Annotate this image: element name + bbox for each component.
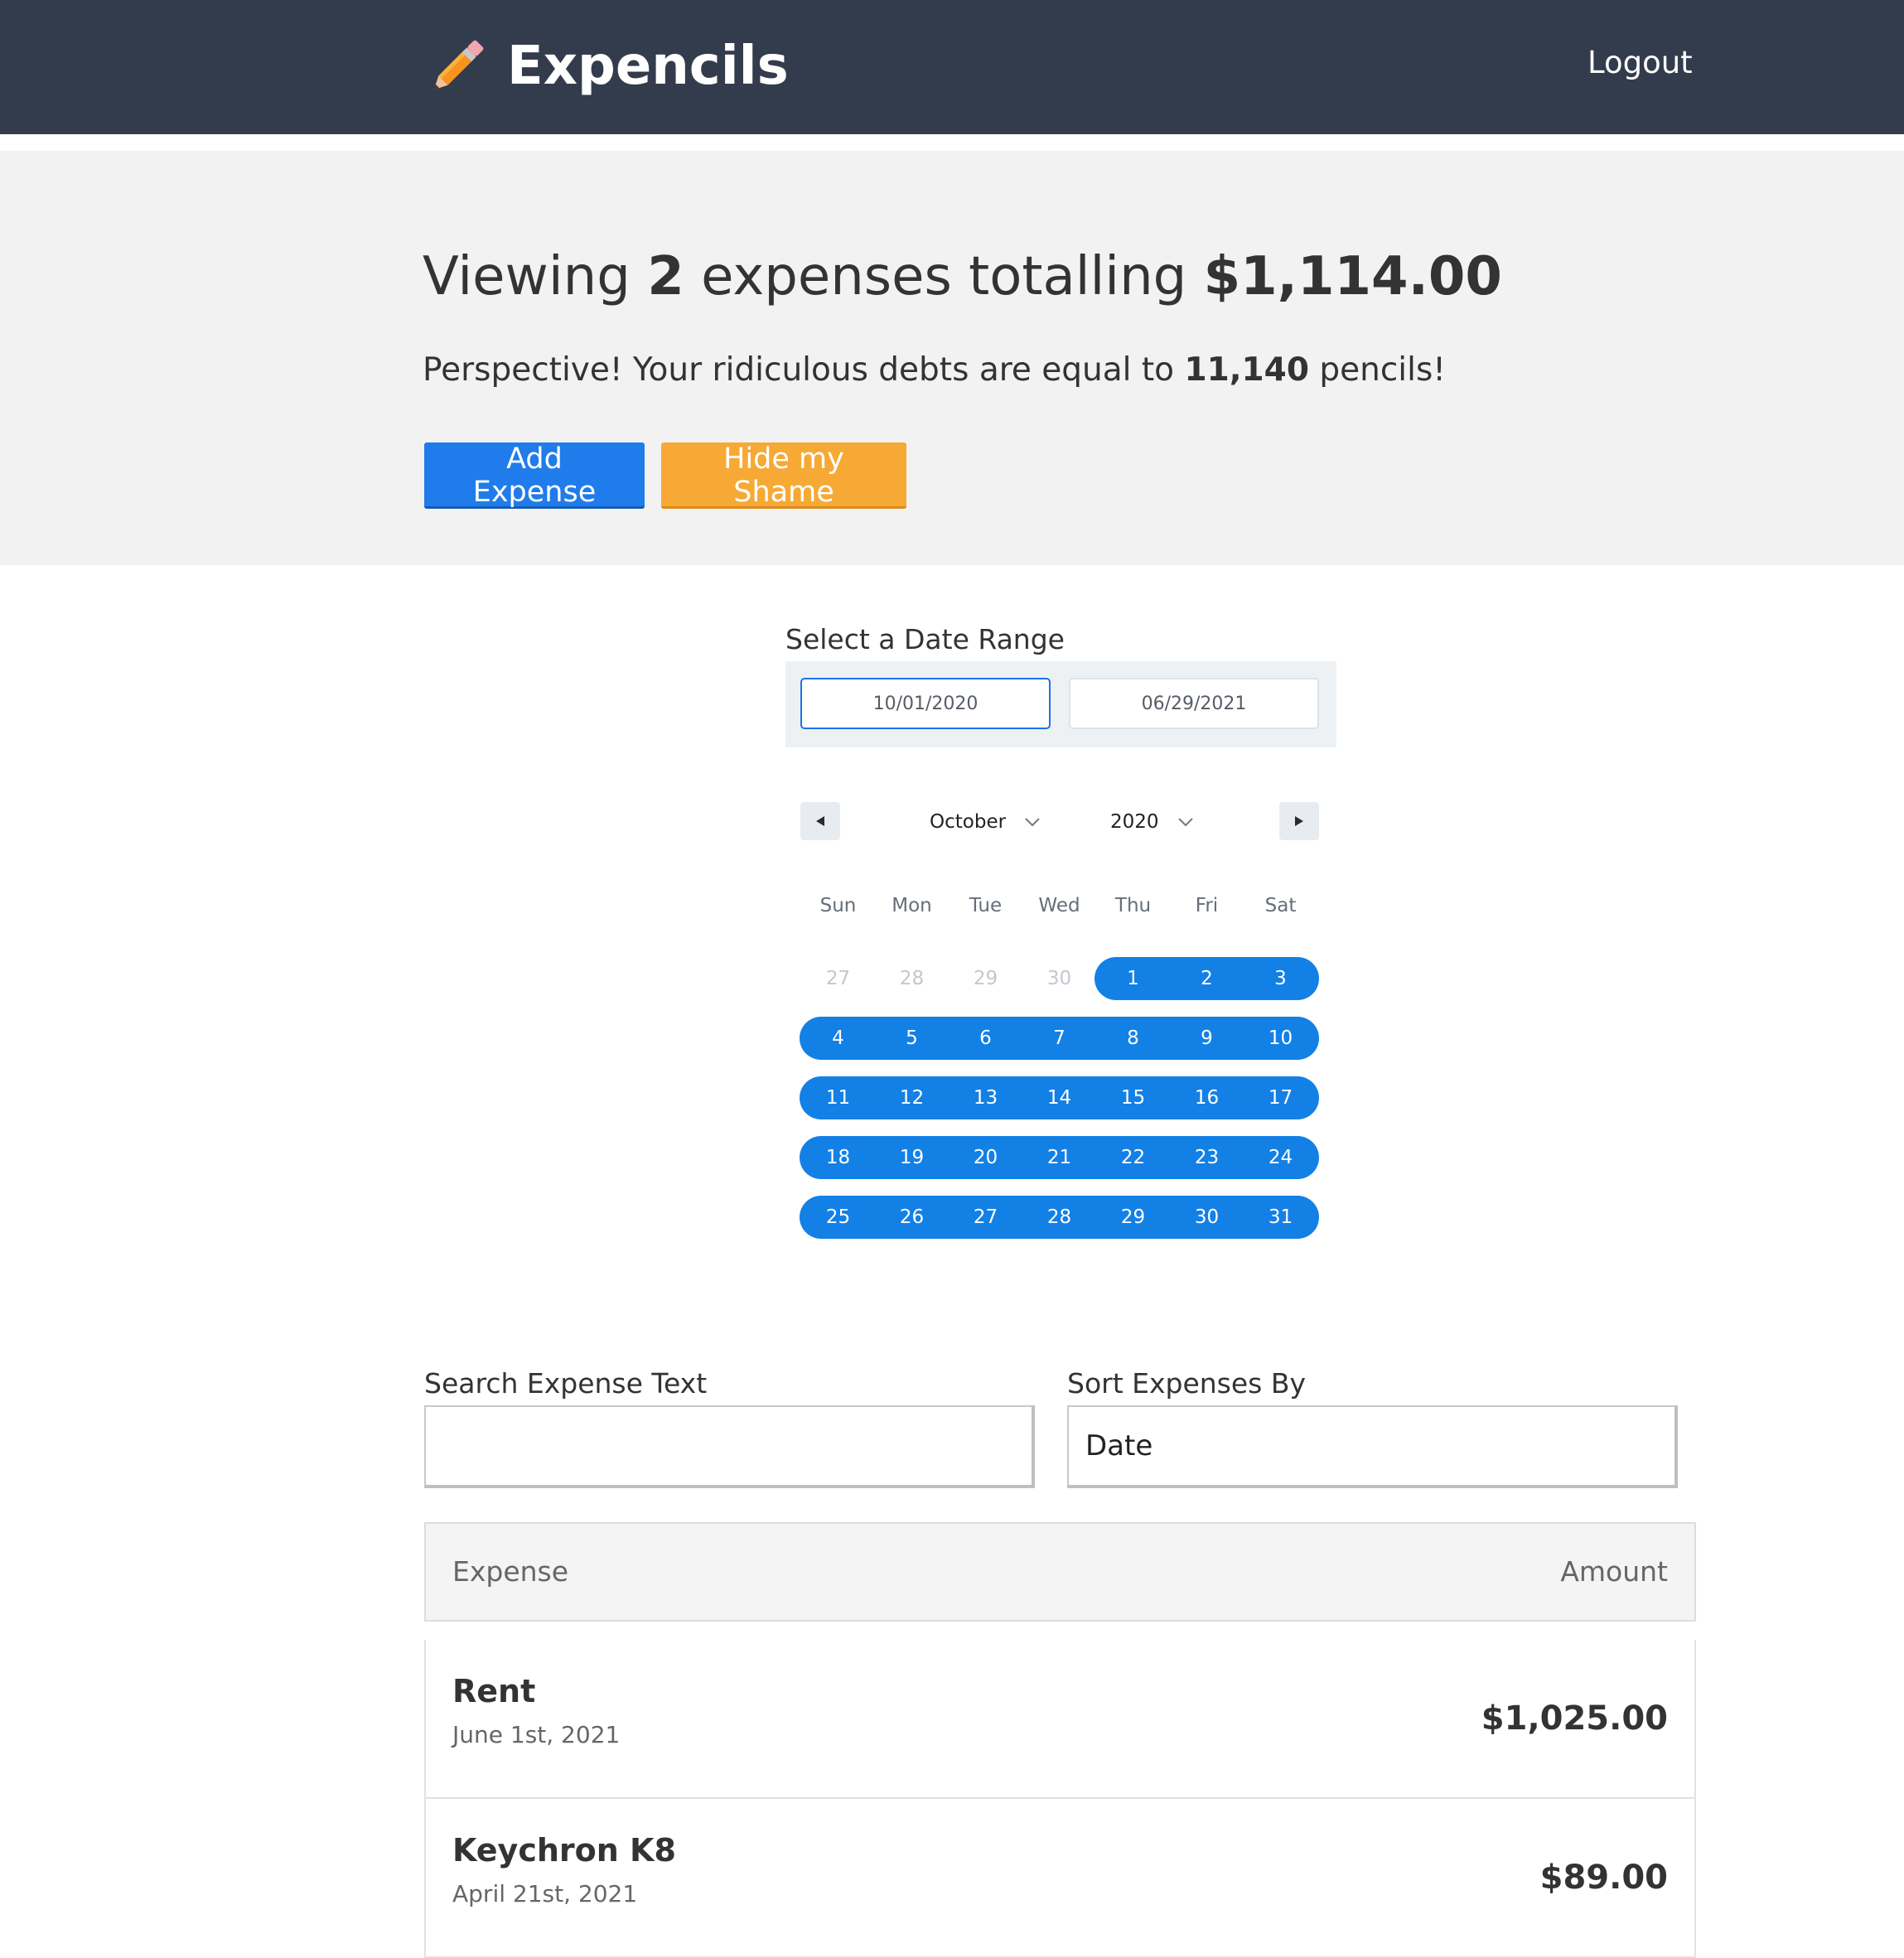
perspective-suffix: pencils! <box>1319 351 1446 389</box>
expense-count: 2 <box>647 246 684 307</box>
add-expense-button[interactable]: Add Expense <box>424 442 645 509</box>
calendar-day[interactable]: 17 <box>1244 1076 1317 1119</box>
calendar-day[interactable]: 28 <box>1022 1196 1096 1239</box>
expense-date: April 21st, 2021 <box>452 1880 638 1907</box>
arrow-right-icon <box>1295 816 1303 826</box>
calendar-day[interactable]: 9 <box>1170 1017 1244 1060</box>
calendar-day-outside[interactable]: 29 <box>949 957 1022 1000</box>
expense-amount: $1,025.00 <box>1481 1699 1668 1738</box>
calendar-day-outside[interactable]: 28 <box>875 957 949 1000</box>
expense-description: Rent <box>452 1673 536 1709</box>
calendar-day[interactable]: 10 <box>1244 1017 1317 1060</box>
weekday-header: Fri <box>1195 895 1219 916</box>
calendar-day[interactable]: 6 <box>949 1017 1022 1060</box>
month-value: October <box>930 811 1007 833</box>
calendar-day[interactable]: 26 <box>875 1196 949 1239</box>
hide-shame-button[interactable]: Hide my Shame <box>661 442 906 509</box>
calendar-day[interactable]: 12 <box>875 1076 949 1119</box>
next-month-button[interactable] <box>1279 802 1319 840</box>
pencil-icon <box>433 40 484 90</box>
calendar-day[interactable]: 15 <box>1096 1076 1170 1119</box>
chevron-down-icon <box>1177 818 1193 827</box>
perspective-prefix: Perspective! Your ridiculous debts are e… <box>423 351 1175 389</box>
month-select[interactable]: October <box>930 805 1041 839</box>
expense-description: Keychron K8 <box>452 1832 676 1869</box>
calendar-day[interactable]: 14 <box>1022 1076 1096 1119</box>
calendar-day[interactable]: 31 <box>1244 1196 1317 1239</box>
sort-select[interactable]: Date <box>1067 1405 1678 1488</box>
calendar-day[interactable]: 1 <box>1096 957 1170 1000</box>
app-title: Expencils <box>507 36 789 97</box>
calendar-day[interactable]: 20 <box>949 1136 1022 1179</box>
date-range-picker <box>785 661 1336 747</box>
calendar-day[interactable]: 23 <box>1170 1136 1244 1179</box>
sort-value: Date <box>1085 1429 1153 1462</box>
start-date-input[interactable] <box>800 678 1051 729</box>
calendar-day[interactable]: 5 <box>875 1017 949 1060</box>
calendar-day[interactable]: 27 <box>949 1196 1022 1239</box>
summary-middle: expenses totalling <box>701 246 1187 307</box>
calendar-day[interactable]: 29 <box>1096 1196 1170 1239</box>
logout-button[interactable]: Logout <box>1587 45 1693 80</box>
weekday-header: Sat <box>1264 895 1297 916</box>
calendar-day[interactable]: 3 <box>1244 957 1317 1000</box>
calendar-day[interactable]: 19 <box>875 1136 949 1179</box>
summary-title: Viewing 2 expenses totalling $1,114.00 <box>423 246 1502 307</box>
expense-total: $1,114.00 <box>1203 246 1502 307</box>
calendar-day[interactable]: 16 <box>1170 1076 1244 1119</box>
expense-date: June 1st, 2021 <box>452 1721 621 1748</box>
app-header: Expencils Logout <box>0 0 1904 134</box>
perspective-text: Perspective! Your ridiculous debts are e… <box>423 351 1446 389</box>
expense-column-header: Expense <box>452 1555 569 1588</box>
search-input[interactable] <box>424 1405 1035 1488</box>
calendar-day[interactable]: 13 <box>949 1076 1022 1119</box>
year-select[interactable]: 2020 <box>1110 805 1194 839</box>
search-label: Search Expense Text <box>424 1367 708 1400</box>
calendar-day-outside[interactable]: 30 <box>1022 957 1096 1000</box>
expense-list-item[interactable]: Keychron K8 April 21st, 2021 $89.00 <box>424 1799 1696 1958</box>
weekday-header: Wed <box>1038 895 1080 916</box>
pencil-count: 11,140 <box>1184 351 1309 389</box>
list-header: Expense Amount <box>424 1522 1696 1622</box>
calendar-day[interactable]: 24 <box>1244 1136 1317 1179</box>
calendar-day[interactable]: 7 <box>1022 1017 1096 1060</box>
weekday-header: Sun <box>819 895 857 916</box>
calendar-day[interactable]: 8 <box>1096 1017 1170 1060</box>
calendar-day[interactable]: 30 <box>1170 1196 1244 1239</box>
expense-list-item[interactable]: Rent June 1st, 2021 $1,025.00 <box>424 1640 1696 1799</box>
calendar-day[interactable]: 21 <box>1022 1136 1096 1179</box>
weekday-header: Thu <box>1114 895 1152 916</box>
weekday-header: Tue <box>969 895 1003 916</box>
sort-label: Sort Expenses By <box>1067 1367 1307 1400</box>
expense-amount: $89.00 <box>1539 1859 1668 1897</box>
calendar-day[interactable]: 4 <box>801 1017 875 1060</box>
calendar-day[interactable]: 18 <box>801 1136 875 1179</box>
calendar-day-outside[interactable]: 27 <box>801 957 875 1000</box>
summary-prefix: Viewing <box>423 246 631 307</box>
weekday-header: Mon <box>892 895 932 916</box>
arrow-left-icon <box>816 816 824 826</box>
summary-panel: Viewing 2 expenses totalling $1,114.00 P… <box>0 151 1904 565</box>
chevron-down-icon <box>1025 818 1040 827</box>
year-value: 2020 <box>1110 811 1159 833</box>
amount-column-header: Amount <box>1560 1555 1668 1588</box>
calendar-day[interactable]: 22 <box>1096 1136 1170 1179</box>
calendar-day[interactable]: 25 <box>801 1196 875 1239</box>
calendar-day[interactable]: 2 <box>1170 957 1244 1000</box>
prev-month-button[interactable] <box>800 802 840 840</box>
end-date-input[interactable] <box>1069 678 1319 729</box>
date-range-label: Select a Date Range <box>785 623 1065 655</box>
brand-link[interactable]: Expencils <box>423 17 789 116</box>
calendar-day[interactable]: 11 <box>801 1076 875 1119</box>
